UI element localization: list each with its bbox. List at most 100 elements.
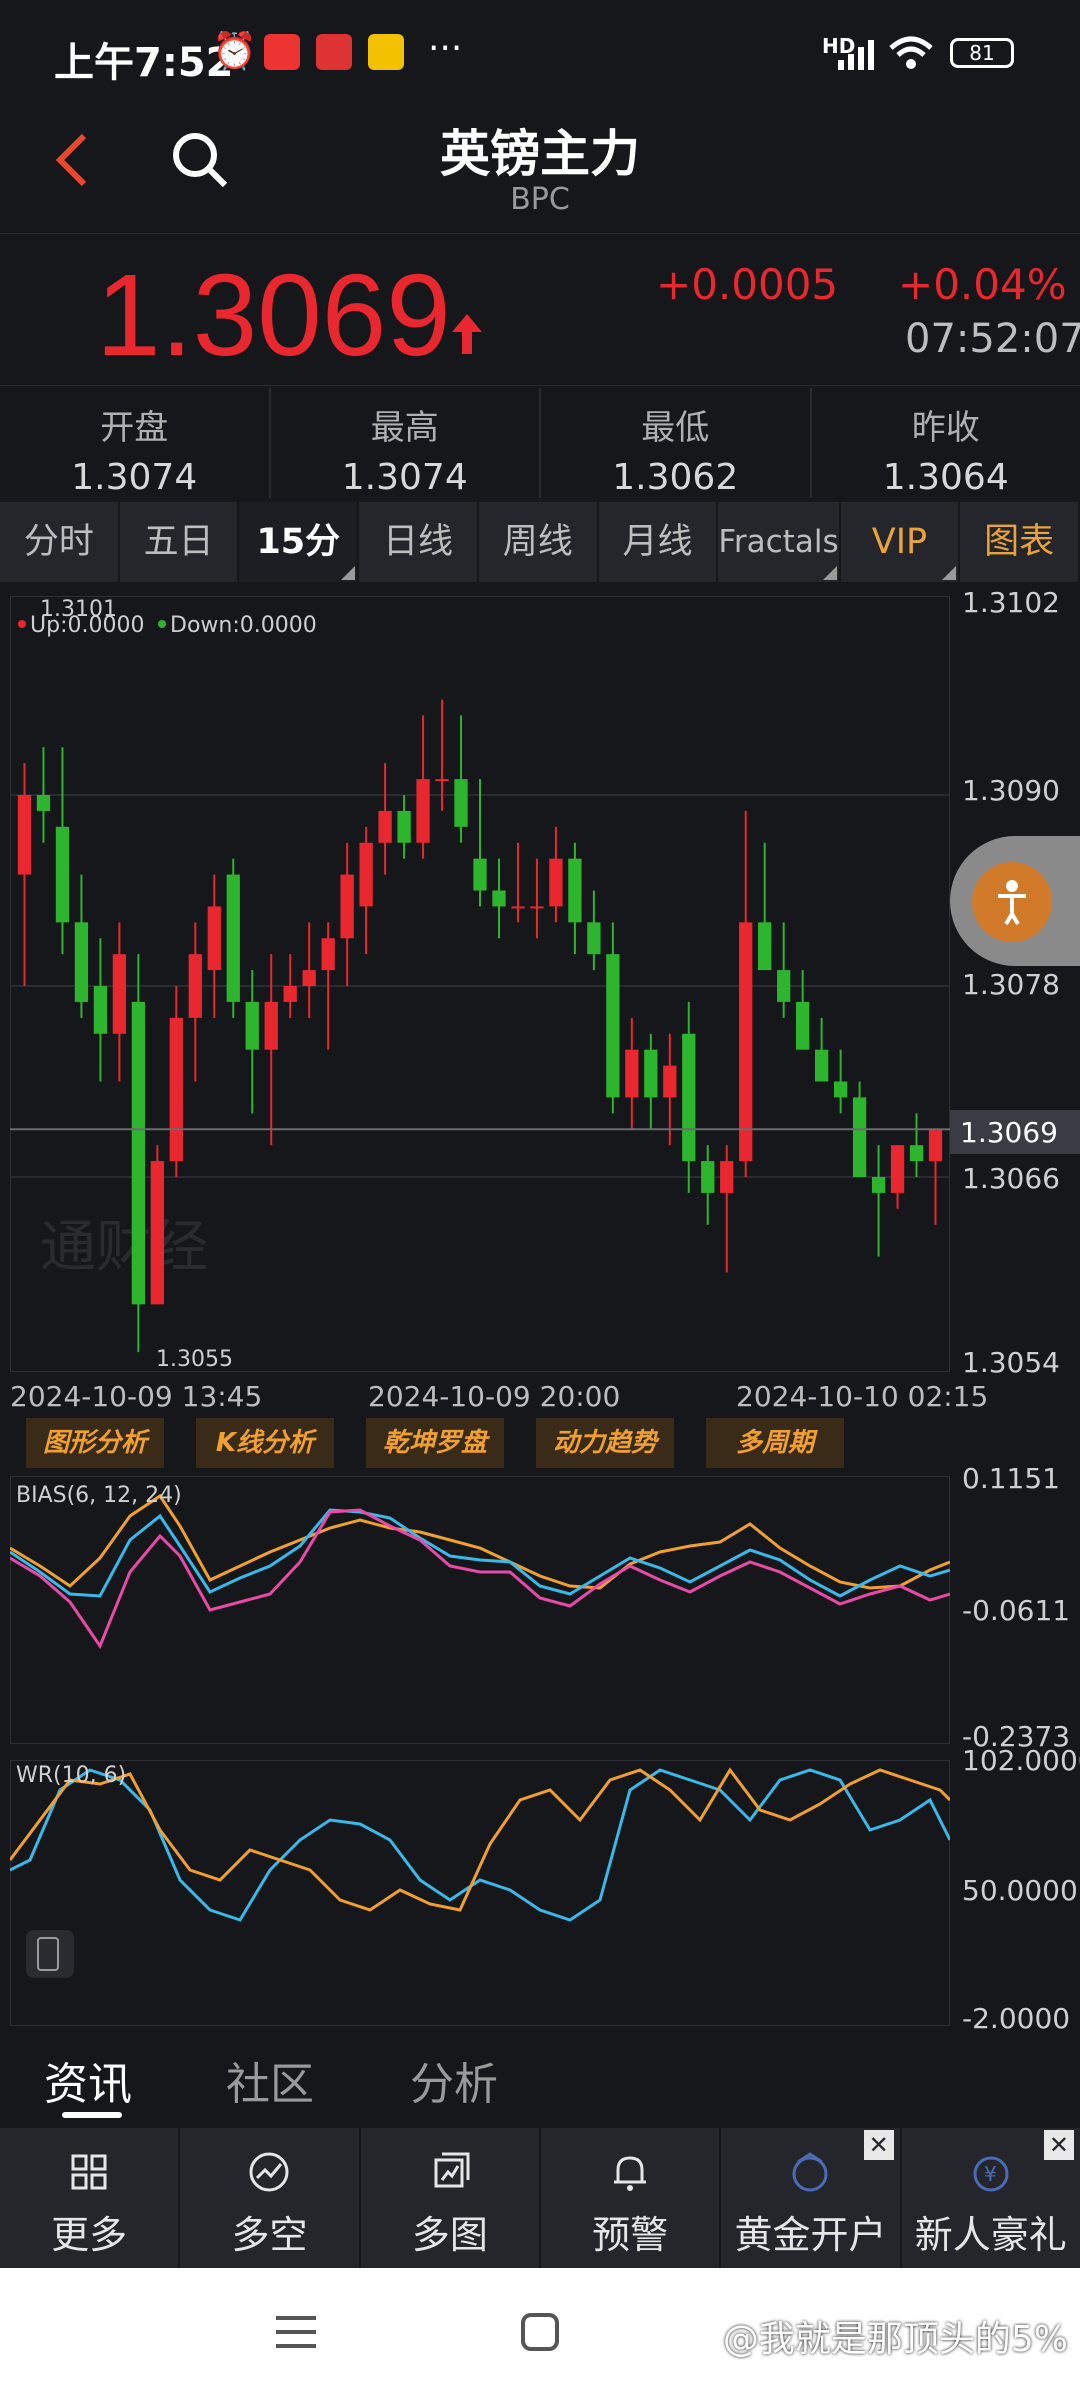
tab-analysis[interactable]: 分析 xyxy=(410,2048,498,2112)
candle-body xyxy=(644,1049,658,1098)
candle-body xyxy=(511,906,525,909)
svg-text:¥: ¥ xyxy=(984,2162,997,2186)
candlestick-chart[interactable]: 通财经 Up:0.0000 Down:0.0000 1.3101 1.3055 xyxy=(10,596,950,1372)
toolbar-label: 多图 xyxy=(411,2213,488,2257)
menu-icon[interactable] xyxy=(274,2312,318,2352)
tab-fractals[interactable]: Fractals xyxy=(718,502,841,582)
candle-body xyxy=(890,1145,905,1193)
wr-indicator-chart[interactable]: WR(10, 6) xyxy=(10,1760,950,2026)
candle-body xyxy=(283,986,297,1002)
wr-title: WR(10, 6) xyxy=(16,1763,126,1788)
gold-account-button[interactable]: ✕ 黄金开户 xyxy=(721,2128,902,2268)
header: 英镑主力 BPC xyxy=(0,104,1080,234)
multi-period-button[interactable]: 多周期 xyxy=(706,1418,844,1468)
x-axis-date: 2024-10-09 13:45 xyxy=(10,1380,263,1413)
coin-app-icon xyxy=(368,34,404,70)
toolbar-label: 更多 xyxy=(51,2213,128,2257)
candle-body xyxy=(93,986,108,1034)
kline-analysis-button[interactable]: K线分析 xyxy=(196,1418,334,1468)
bottom-toolbar: 更多 多空 多图 预警 ✕ 黄金开户 ✕ ¥ 新人豪礼 xyxy=(0,2128,1080,2268)
candle-body xyxy=(131,1001,146,1305)
high-price-label: 1.3101 xyxy=(40,597,117,622)
newbie-gift-button[interactable]: ✕ ¥ 新人豪礼 xyxy=(902,2128,1080,2268)
candle-body xyxy=(682,1033,696,1162)
x-axis-date: 2024-10-10 02:15 xyxy=(736,1380,989,1413)
tab-daily[interactable]: 日线 xyxy=(359,502,479,582)
shape-analysis-button[interactable]: 图形分析 xyxy=(26,1418,164,1468)
long-short-button[interactable]: 多空 xyxy=(180,2128,361,2268)
ohlc-value: 1.3062 xyxy=(612,457,739,498)
candle-body xyxy=(245,1001,259,1050)
bias-indicator-chart[interactable]: BIAS(6, 12, 24) xyxy=(10,1476,950,1744)
ohlc-low: 最低 1.3062 xyxy=(541,388,812,498)
current-price-tag: 1.3069 xyxy=(950,1110,1080,1154)
candle-body xyxy=(169,1017,183,1162)
close-icon[interactable]: ✕ xyxy=(863,2130,894,2160)
gold-account-icon xyxy=(792,2152,828,2192)
floating-assist-button[interactable] xyxy=(950,836,1080,966)
candle-body xyxy=(188,954,202,1018)
candle-body xyxy=(150,1161,164,1305)
alarm-icon: ⏰ xyxy=(212,31,257,72)
tab-intraday[interactable]: 分时 xyxy=(0,502,120,582)
alert-button[interactable]: 预警 xyxy=(541,2128,722,2268)
tab-chart-settings[interactable]: 图表 xyxy=(960,502,1080,582)
ohlc-label: 最低 xyxy=(641,408,710,448)
user-watermark: @我就是那顶头的5% xyxy=(722,2319,1068,2360)
status-time: 上午7:52 xyxy=(54,40,234,86)
tab-five-day[interactable]: 五日 xyxy=(120,502,240,582)
compass-button[interactable]: 乾坤罗盘 xyxy=(366,1418,504,1468)
period-tabs: 分时 五日 15分钟 日线 周线 月线 Fractals VIP 图表 xyxy=(0,502,1080,642)
candle-body xyxy=(833,1081,848,1098)
battery-level: 81 xyxy=(969,41,995,65)
gift-icon: ¥ xyxy=(973,2156,1009,2192)
candle-body xyxy=(36,795,51,811)
y-axis-label: 1.3090 xyxy=(962,774,1060,807)
wr-axis-label: 50.0000 xyxy=(962,1874,1078,1907)
wifi-icon xyxy=(889,36,933,69)
home-icon[interactable] xyxy=(520,2312,560,2352)
tab-label: Fractals xyxy=(718,524,839,560)
tab-15min[interactable]: 15分钟 xyxy=(239,502,360,642)
candle-body xyxy=(796,1001,810,1050)
tab-weekly[interactable]: 周线 xyxy=(479,502,599,582)
tab-news[interactable]: 资讯 xyxy=(44,2048,132,2112)
momentum-trend-button[interactable]: 动力趋势 xyxy=(536,1418,674,1468)
symbol-code: BPC xyxy=(510,182,570,217)
bias-axis-label: -0.0611 xyxy=(962,1594,1071,1627)
info-tabs: 资讯 社区 分析 xyxy=(0,2034,1080,2124)
more-button[interactable]: 更多 xyxy=(0,2128,181,2268)
analysis-buttons: 图形分析 K线分析 乾坤罗盘 动力趋势 多周期 xyxy=(26,1418,844,1468)
price-row: 1.3069 +0.0005 +0.04% 07:52:07 xyxy=(0,236,1080,386)
multi-chart-button[interactable]: 多图 xyxy=(361,2128,541,2268)
candle-body xyxy=(720,1161,734,1193)
candle-body xyxy=(758,922,772,971)
candle-body xyxy=(226,874,240,1002)
candle-body xyxy=(909,1145,924,1162)
close-icon[interactable]: ✕ xyxy=(1043,2130,1074,2160)
candle-body xyxy=(17,795,32,875)
candle-body xyxy=(701,1161,715,1193)
candle-body xyxy=(663,1065,677,1098)
tab-vip[interactable]: VIP xyxy=(841,502,961,582)
accessibility-icon xyxy=(972,862,1052,942)
legend-up-dot xyxy=(18,620,26,628)
candle-body xyxy=(587,922,601,955)
bias-title: BIAS(6, 12, 24) xyxy=(16,1483,182,1508)
candle-body xyxy=(606,954,620,1098)
y-axis-label: 1.3078 xyxy=(962,968,1060,1001)
tab-community[interactable]: 社区 xyxy=(226,2048,314,2112)
tab-monthly[interactable]: 月线 xyxy=(599,502,719,582)
low-price-label: 1.3055 xyxy=(156,1347,233,1372)
candle-body xyxy=(492,890,506,907)
candle-body xyxy=(55,826,70,923)
legend-down-dot xyxy=(158,620,166,628)
candle-body xyxy=(359,842,373,907)
wr-axis-label: -2.0000 xyxy=(962,2002,1071,2035)
candle-body xyxy=(739,922,753,1162)
x-axis-date: 2024-10-09 20:00 xyxy=(368,1380,621,1413)
y-axis-label: 1.3102 xyxy=(962,586,1060,619)
candle-body xyxy=(625,1049,639,1098)
candle-body xyxy=(777,970,791,1002)
candle-body xyxy=(568,858,582,923)
